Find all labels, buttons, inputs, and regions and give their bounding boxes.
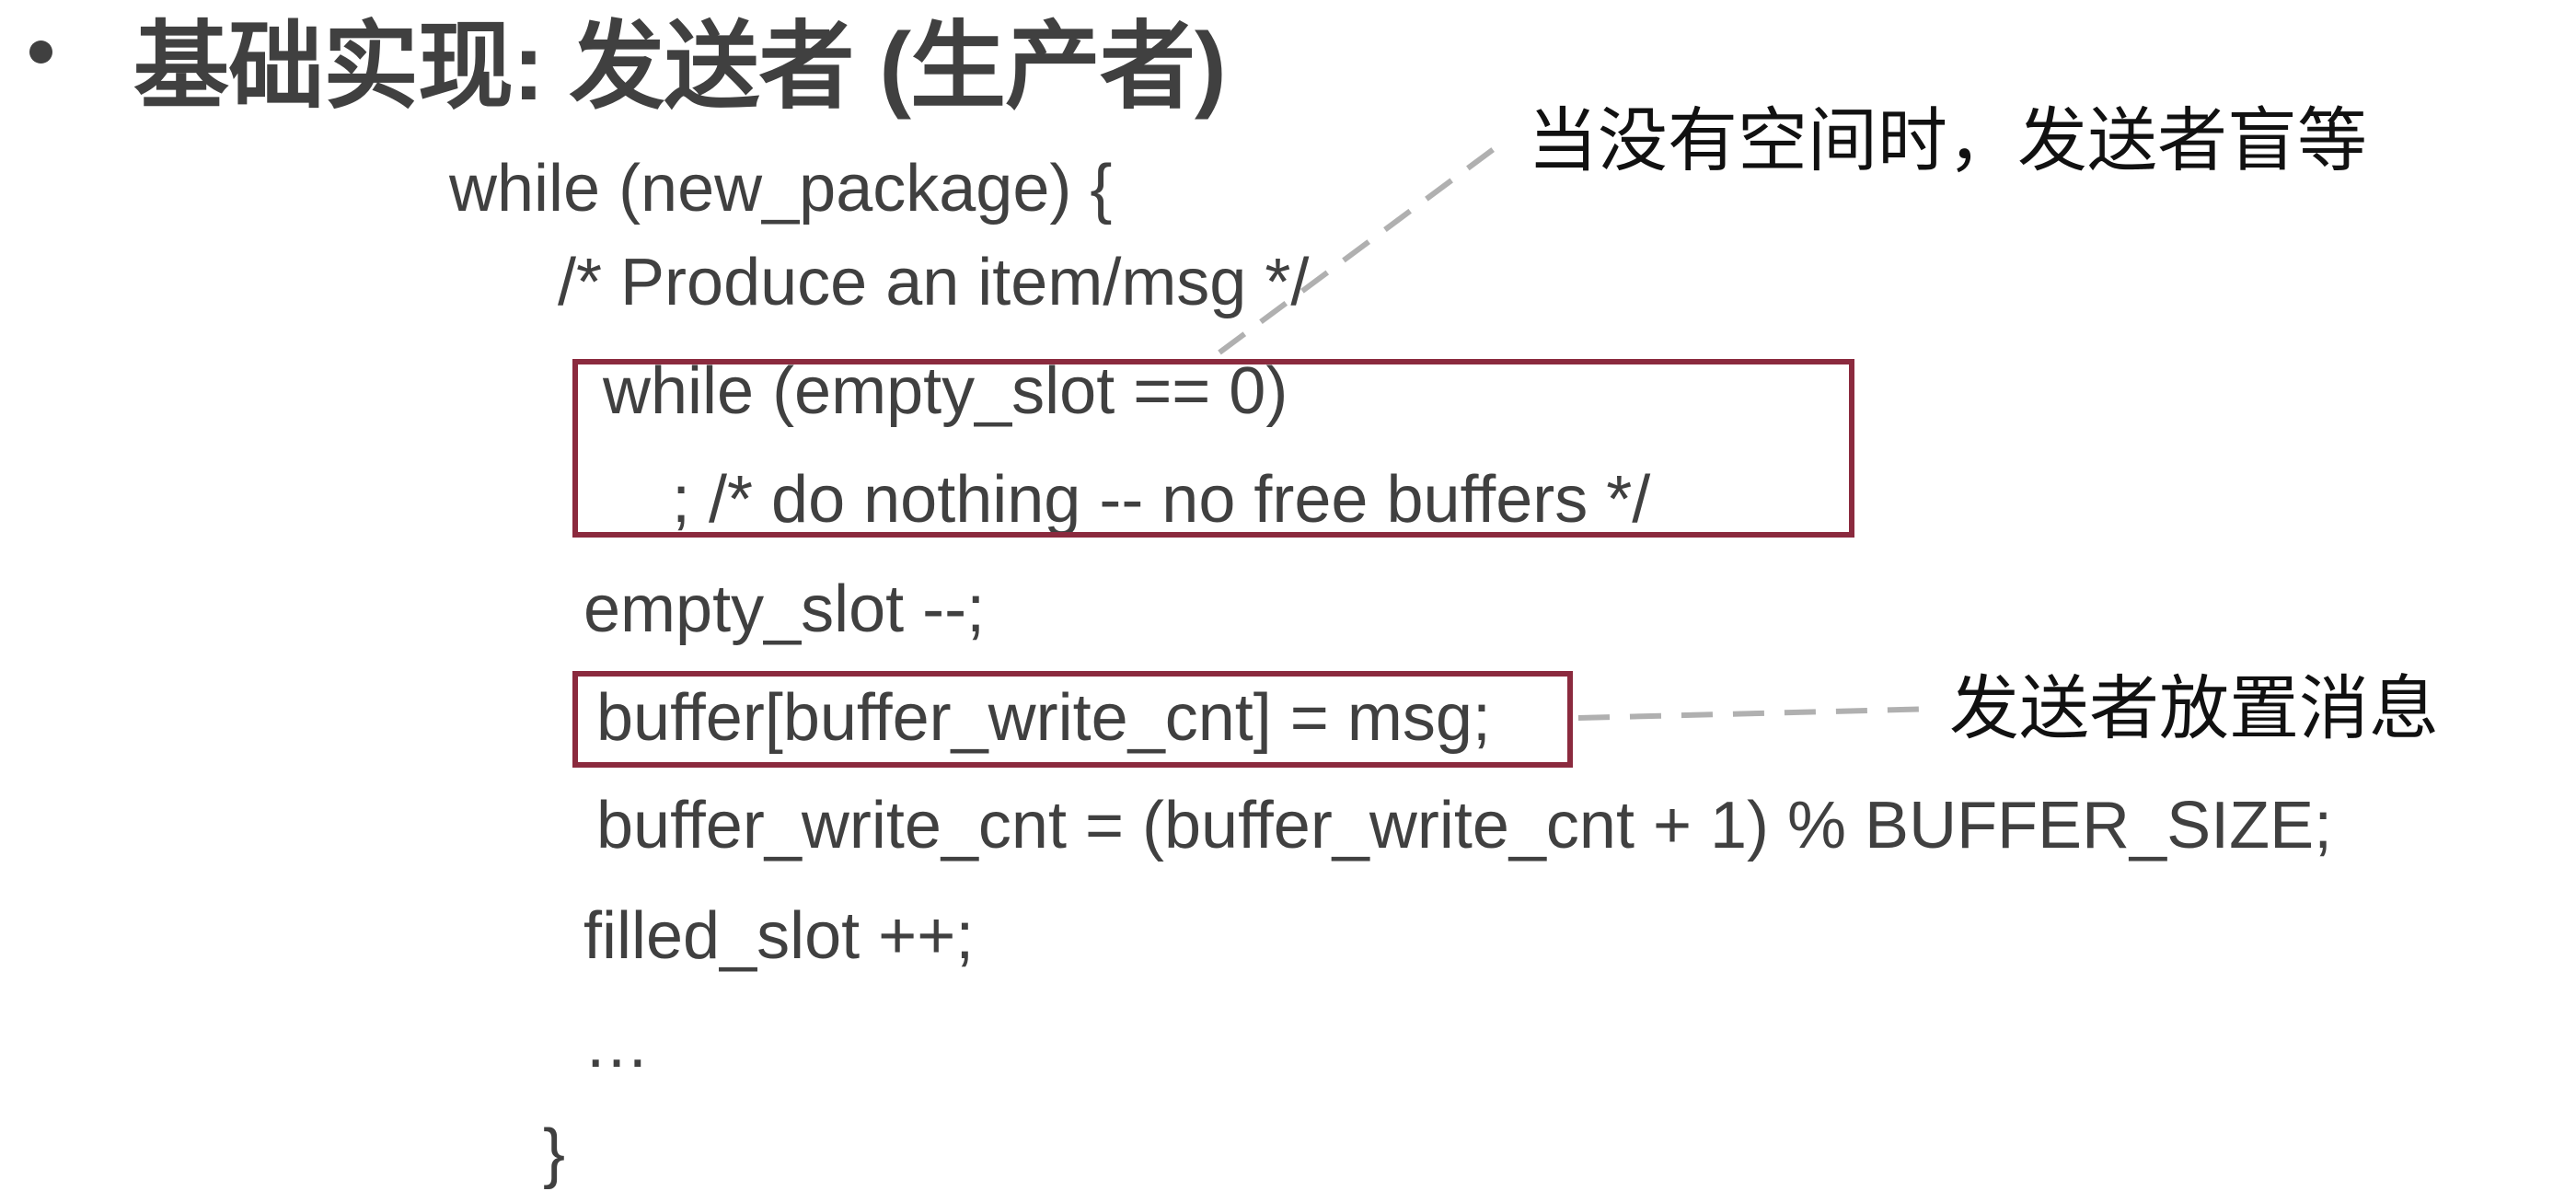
leader-line-busy-wait	[1218, 138, 1507, 355]
annotation-place-message: 发送者放置消息	[1949, 670, 2439, 748]
annotation-busy-wait: 当没有空间时，发送者盲等	[1528, 102, 2367, 180]
leader-line-buffer-write	[1577, 706, 1938, 721]
